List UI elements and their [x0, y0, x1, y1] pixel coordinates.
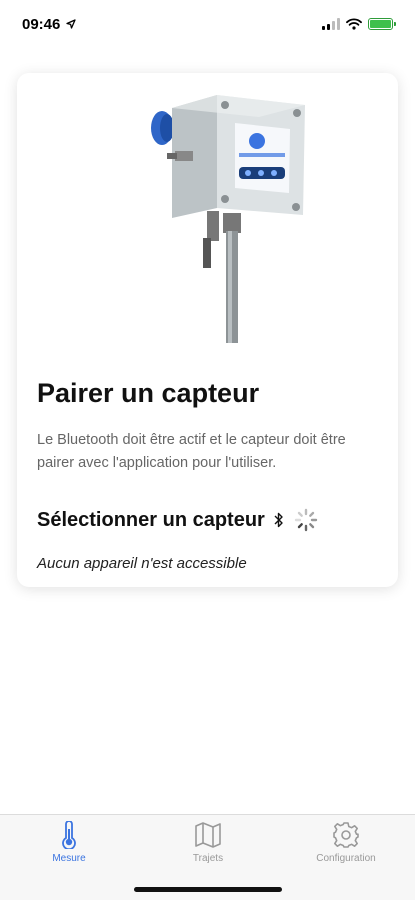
cellular-signal-icon	[322, 18, 340, 30]
status-left: 09:46	[22, 15, 77, 33]
card-description: Le Bluetooth doit être actif et le capte…	[37, 432, 346, 471]
thermometer-icon	[62, 821, 76, 849]
tab-trajets-label: Trajets	[192, 853, 224, 864]
gear-icon	[333, 822, 359, 848]
status-time: 09:46	[22, 15, 61, 33]
select-sensor-title: Sélectionner un capteur	[37, 508, 265, 531]
no-device-message: Aucun appareil n'est accessible	[37, 555, 247, 572]
tab-mesure[interactable]: Mesure	[14, 821, 124, 864]
tab-trajets[interactable]: Trajets	[153, 821, 263, 864]
status-bar: 09:46	[0, 0, 415, 48]
loading-spinner-icon	[294, 508, 318, 532]
wifi-icon	[346, 18, 362, 30]
status-right	[322, 18, 396, 30]
card-title: Pairer un capteur	[37, 378, 260, 408]
home-indicator[interactable]	[134, 887, 282, 892]
location-arrow-icon	[66, 19, 77, 29]
pair-sensor-card: Pairer un capteur Le Bluetooth doit être…	[17, 73, 398, 587]
tab-mesure-label: Mesure	[52, 853, 86, 864]
bluetooth-icon	[274, 512, 283, 528]
select-sensor-row: Sélectionner un capteur	[37, 507, 319, 533]
tab-configuration[interactable]: Configuration	[291, 821, 401, 864]
map-icon	[195, 822, 221, 848]
sensor-device-image	[147, 83, 317, 353]
tab-configuration-label: Configuration	[316, 853, 376, 864]
battery-icon	[368, 18, 396, 30]
